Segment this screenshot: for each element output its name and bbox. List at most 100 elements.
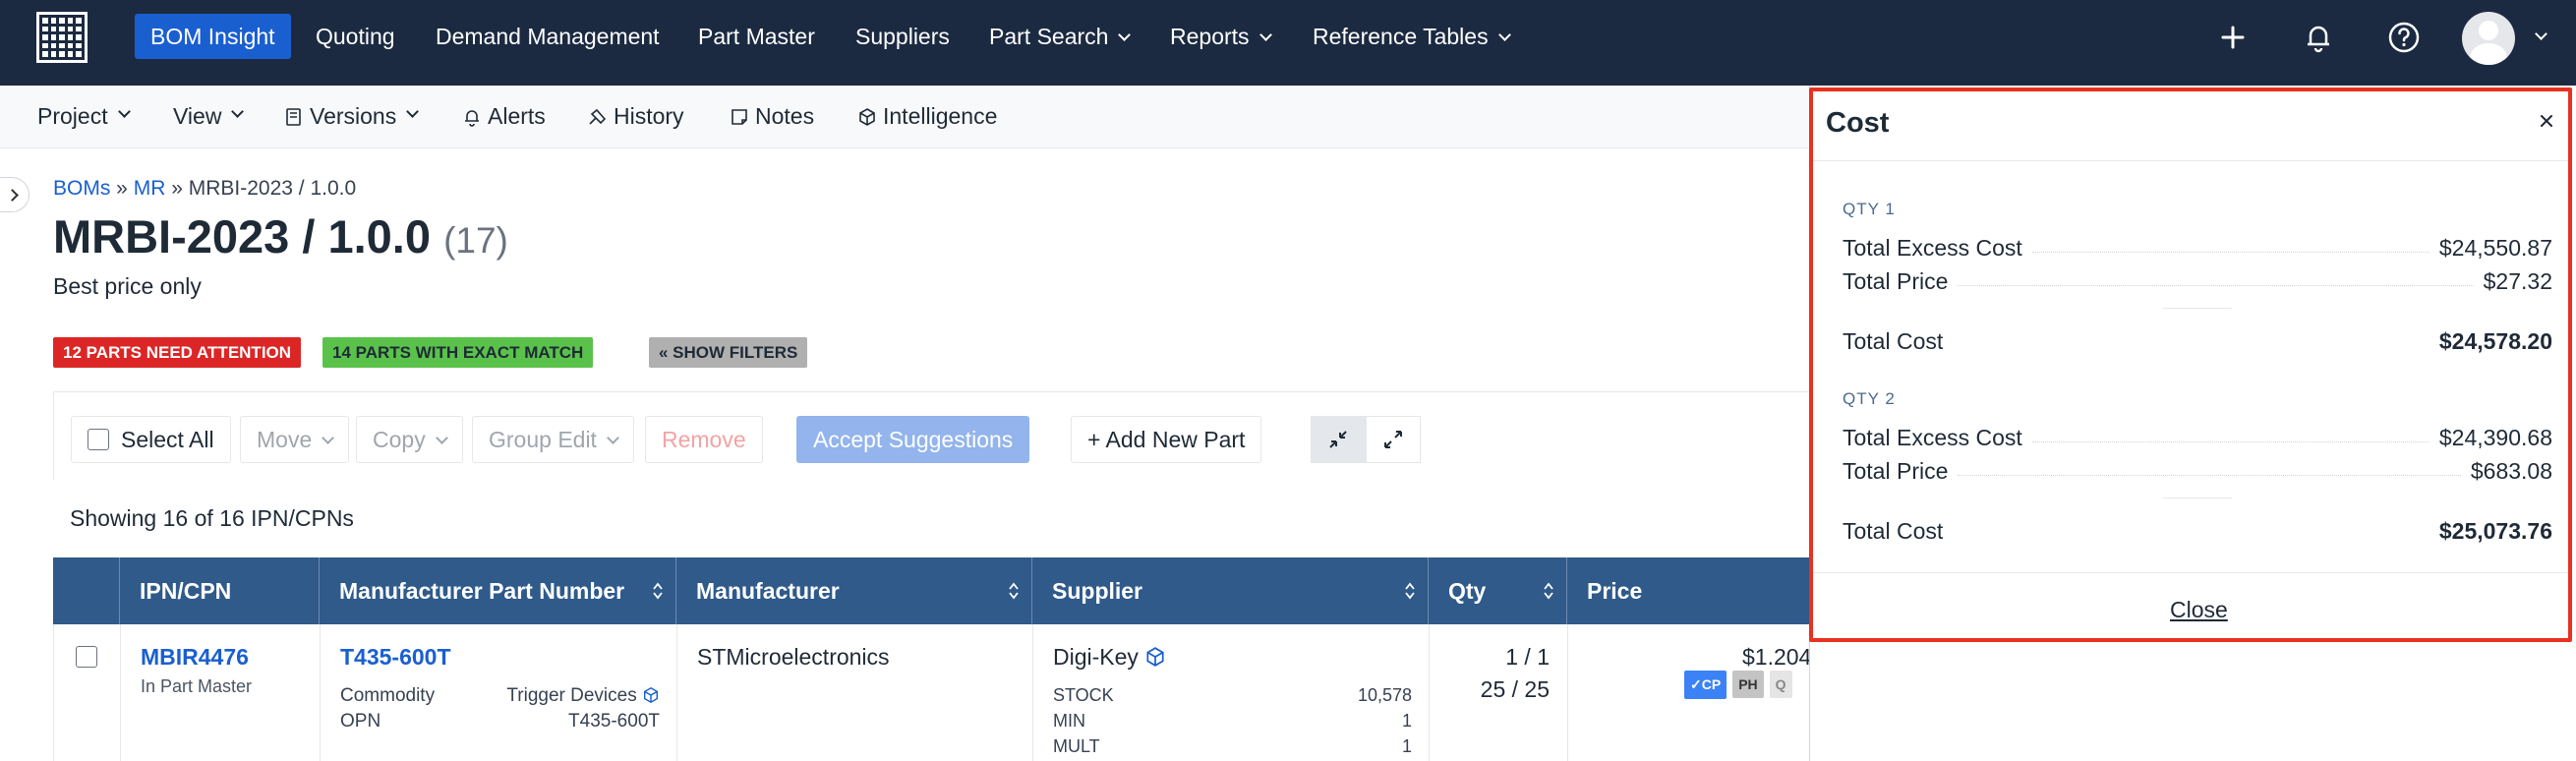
cost-panel-title: Cost <box>1826 107 1890 139</box>
nav-reference-tables[interactable]: Reference Tables <box>1297 14 1525 59</box>
nav-suppliers[interactable]: Suppliers <box>840 14 966 59</box>
intelligence-menu[interactable]: Intelligence <box>857 103 997 130</box>
accept-suggestions-button[interactable]: Accept Suggestions <box>796 416 1030 463</box>
qty2-price-label: Total Price <box>1843 457 1949 484</box>
sort-icon <box>1009 582 1019 600</box>
cp-badge[interactable]: ✓CP <box>1684 671 1727 699</box>
qty1-excess-value: $24,550.87 <box>2438 234 2552 261</box>
notes-icon <box>732 108 747 125</box>
breadcrumb-mr[interactable]: MR <box>134 177 166 200</box>
intelligence-icon <box>859 107 875 126</box>
header-supplier[interactable]: Supplier <box>1032 557 1429 624</box>
header-price-label: Price <box>1587 578 1643 604</box>
add-new-part-button[interactable]: + Add New Part <box>1071 416 1262 463</box>
row-select-cell <box>54 624 121 761</box>
alerts-menu[interactable]: Alerts <box>462 103 546 130</box>
header-ipn[interactable]: IPN/CPN <box>120 557 320 624</box>
qty1-excess-row: Total Excess Cost $24,550.87 <box>1843 233 2552 263</box>
qty2-total-row: Total Cost $25,073.76 <box>1843 516 2552 546</box>
exact-match-badge[interactable]: 14 PARTS WITH EXACT MATCH <box>322 337 594 368</box>
breadcrumb-boms[interactable]: BOMs <box>53 177 110 200</box>
user-icon-body <box>2470 43 2507 65</box>
chevron-down-icon <box>607 432 619 444</box>
nav-part-search[interactable]: Part Search <box>973 14 1144 59</box>
grid-logo-icon[interactable] <box>36 12 88 63</box>
cube-icon[interactable] <box>1144 646 1166 668</box>
ipn-link[interactable]: MBIR4476 <box>141 644 249 671</box>
header-manufacturer-label: Manufacturer <box>696 578 840 604</box>
breadcrumb-current: MRBI-2023 / 1.0.0 <box>188 177 357 200</box>
qty1-price-row: Total Price $27.32 <box>1843 266 2552 296</box>
q-badge[interactable]: Q <box>1769 671 1792 698</box>
qty1-excess-label: Total Excess Cost <box>1843 234 2022 261</box>
nav-reference-tables-label: Reference Tables <box>1313 24 1489 49</box>
qty-cell: 1 / 1 25 / 25 <box>1430 624 1568 761</box>
sidebar-expand-toggle[interactable] <box>0 177 29 212</box>
cube-icon[interactable] <box>642 686 660 704</box>
move-button[interactable]: Move <box>240 416 350 463</box>
header-price[interactable]: Price <box>1567 557 1823 624</box>
help-icon[interactable] <box>2386 20 2422 55</box>
chevron-down-icon[interactable] <box>2535 28 2547 40</box>
stock-row: STOCK 10,578 <box>1053 685 1412 706</box>
project-menu[interactable]: Project <box>37 103 131 130</box>
nav-quoting[interactable]: Quoting <box>300 14 411 59</box>
nav-demand-management[interactable]: Demand Management <box>420 14 675 59</box>
stock-value: 10,578 <box>1357 685 1412 705</box>
view-menu[interactable]: View <box>173 103 245 130</box>
close-icon[interactable] <box>2537 111 2556 131</box>
header-qty[interactable]: Qty <box>1429 557 1567 624</box>
header-select <box>53 557 120 624</box>
nav-part-master[interactable]: Part Master <box>682 14 831 59</box>
nav-reports[interactable]: Reports <box>1154 14 1286 59</box>
header-supplier-label: Supplier <box>1052 578 1143 604</box>
chevron-down-icon <box>1118 29 1132 41</box>
commodity-value: Trigger Devices <box>506 685 660 707</box>
ipn-cell: MBIR4476 In Part Master <box>121 624 321 761</box>
opn-row: OPN T435-600T <box>340 711 660 732</box>
header-mpn[interactable]: Manufacturer Part Number <box>320 557 676 624</box>
qty1-price-label: Total Price <box>1843 267 1949 294</box>
manufacturer-name: STMicroelectronics <box>697 644 890 670</box>
collapse-icon[interactable] <box>1311 416 1366 463</box>
expand-icon[interactable] <box>1366 416 1421 463</box>
page-title: MRBI-2023 / 1.0.0 (17) <box>53 209 508 263</box>
nav-part-search-label: Part Search <box>989 24 1109 49</box>
mpn-link[interactable]: T435-600T <box>340 644 451 671</box>
mult-value: 1 <box>1401 736 1412 756</box>
user-avatar[interactable] <box>2462 12 2515 65</box>
qty2-label: QTY 2 <box>1843 389 1896 408</box>
attention-badge[interactable]: 12 PARTS NEED ATTENTION <box>53 337 302 368</box>
qty2-excess-value: $24,390.68 <box>2438 424 2552 450</box>
qty2-price-value: $683.08 <box>2470 457 2552 484</box>
notes-menu[interactable]: Notes <box>730 103 814 130</box>
group-edit-button[interactable]: Group Edit <box>472 416 634 463</box>
supplier-cell: Digi-Key STOCK 10,578 MIN 1 MULT 1 <box>1033 624 1430 761</box>
nav-bom-insight[interactable]: BOM Insight <box>135 14 291 59</box>
row-checkbox[interactable] <box>76 646 97 668</box>
commodity-value-text: Trigger Devices <box>506 685 637 706</box>
stock-label: STOCK <box>1053 685 1114 705</box>
chevron-down-icon <box>1497 29 1511 41</box>
ph-badge[interactable]: PH <box>1732 671 1764 698</box>
select-all-checkbox[interactable]: Select All <box>71 416 231 463</box>
qty1-total-value: $24,578.20 <box>2438 327 2552 354</box>
user-icon <box>2479 21 2498 40</box>
header-manufacturer[interactable]: Manufacturer <box>676 557 1032 624</box>
show-filters-button[interactable]: « SHOW FILTERS <box>649 337 808 368</box>
versions-menu[interactable]: Versions <box>284 103 420 130</box>
top-navbar: BOM Insight Quoting Demand Management Pa… <box>0 0 2576 86</box>
showing-count: Showing 16 of 16 IPN/CPNs <box>70 505 354 531</box>
close-panel-link[interactable]: Close <box>2170 597 2228 623</box>
sort-icon <box>1405 582 1415 600</box>
alerts-icon <box>465 109 479 127</box>
chevron-down-icon <box>322 432 335 444</box>
history-menu[interactable]: History <box>588 103 684 130</box>
copy-button[interactable]: Copy <box>356 416 463 463</box>
qty2-total-label: Total Cost <box>1843 517 1944 544</box>
plus-icon[interactable] <box>2215 20 2251 55</box>
bell-icon[interactable] <box>2301 20 2336 55</box>
price-value: $1.204 <box>1742 644 1812 670</box>
remove-button[interactable]: Remove <box>645 416 763 463</box>
nav-reports-label: Reports <box>1170 24 1250 49</box>
